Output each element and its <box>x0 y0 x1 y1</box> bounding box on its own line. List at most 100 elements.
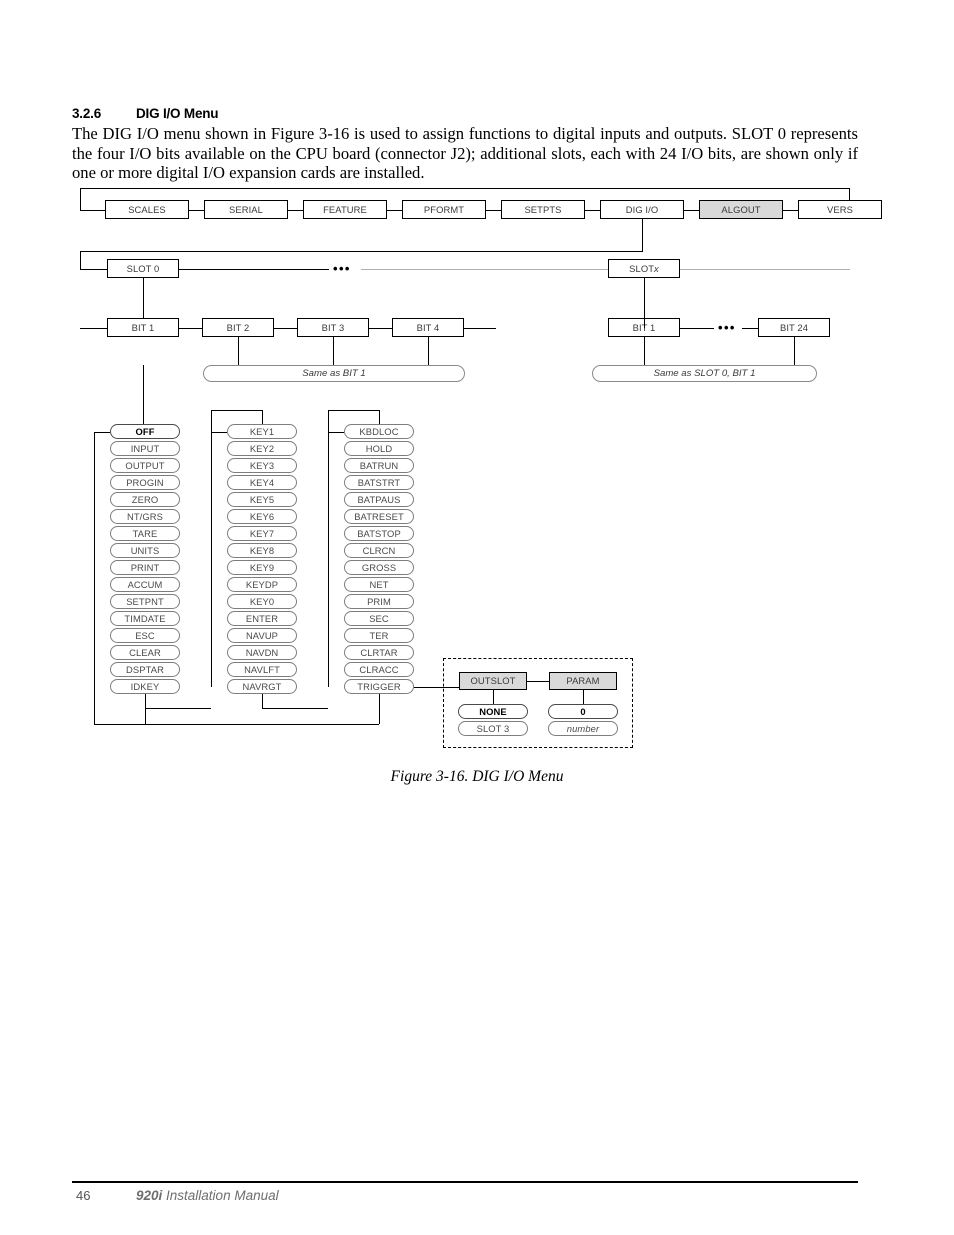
connector-line <box>387 209 402 211</box>
connector-line <box>179 268 329 270</box>
footer-page-number: 46 <box>76 1188 91 1203</box>
option-column-2-navdn[interactable]: NAVDN <box>227 645 297 661</box>
option-column-2-key3[interactable]: KEY3 <box>227 458 297 474</box>
option-outslot-none[interactable]: NONE <box>458 704 528 720</box>
option-column-1-output[interactable]: OUTPUT <box>110 458 180 474</box>
bit-node-slot0-bit-1[interactable]: BIT 1 <box>107 318 179 337</box>
option-column-2-key6[interactable]: KEY6 <box>227 509 297 525</box>
menu-node-pformt[interactable]: PFORMT <box>402 200 486 219</box>
option-column-3-trigger[interactable]: TRIGGER <box>344 679 414 695</box>
option-column-3-net[interactable]: NET <box>344 577 414 593</box>
connector-line <box>493 690 494 704</box>
footer-manual-name: Installation Manual <box>162 1188 279 1203</box>
option-column-3-batpaus[interactable]: BATPAUS <box>344 492 414 508</box>
option-param-0[interactable]: 0 <box>548 704 618 720</box>
option-column-2-navrgt[interactable]: NAVRGT <box>227 679 297 695</box>
bit-node-slot0-bit-2[interactable]: BIT 2 <box>202 318 274 337</box>
connector-line <box>742 327 758 329</box>
option-column-3-clracc[interactable]: CLRACC <box>344 662 414 678</box>
option-column-3-batrun[interactable]: BATRUN <box>344 458 414 474</box>
option-column-1-idkey[interactable]: IDKEY <box>110 679 180 695</box>
slot-node-slot-x[interactable]: SLOT x <box>608 259 680 278</box>
bit-node-slot0-bit-4[interactable]: BIT 4 <box>392 318 464 337</box>
menu-node-serial[interactable]: SERIAL <box>204 200 288 219</box>
option-column-2-key1[interactable]: KEY1 <box>227 424 297 440</box>
menu-node-setpts[interactable]: SETPTS <box>501 200 585 219</box>
option-column-2-key5[interactable]: KEY5 <box>227 492 297 508</box>
option-column-2-key0[interactable]: KEY0 <box>227 594 297 610</box>
option-column-3-clrtar[interactable]: CLRTAR <box>344 645 414 661</box>
footer-manual-title: 920i Installation Manual <box>136 1188 279 1203</box>
option-column-2-navlft[interactable]: NAVLFT <box>227 662 297 678</box>
menu-node-dig-i-o[interactable]: DIG I/O <box>600 200 684 219</box>
trigger-node-outslot[interactable]: OUTSLOT <box>459 672 527 690</box>
option-column-1-clear[interactable]: CLEAR <box>110 645 180 661</box>
ellipsis-bits: ••• <box>718 319 736 335</box>
option-column-3-ter[interactable]: TER <box>344 628 414 644</box>
option-column-3-batstrt[interactable]: BATSTRT <box>344 475 414 491</box>
connector-line <box>644 337 645 365</box>
option-column-1-accum[interactable]: ACCUM <box>110 577 180 593</box>
option-column-2-keydp[interactable]: KEYDP <box>227 577 297 593</box>
option-column-2-enter[interactable]: ENTER <box>227 611 297 627</box>
option-column-2-key8[interactable]: KEY8 <box>227 543 297 559</box>
bit-node-slotx-bit-24[interactable]: BIT 24 <box>758 318 830 337</box>
connector-line <box>333 337 334 365</box>
option-column-1-tare[interactable]: TARE <box>110 526 180 542</box>
connector-line <box>262 410 263 424</box>
option-column-1-zero[interactable]: ZERO <box>110 492 180 508</box>
slot-x-index: x <box>654 262 659 274</box>
option-column-3-sec[interactable]: SEC <box>344 611 414 627</box>
slot-x-label: SLOT <box>629 262 655 274</box>
option-column-1-off[interactable]: OFF <box>110 424 180 440</box>
option-column-1-print[interactable]: PRINT <box>110 560 180 576</box>
option-column-1-units[interactable]: UNITS <box>110 543 180 559</box>
ellipsis-slots: ••• <box>333 260 351 276</box>
option-param-number[interactable]: number <box>548 721 618 737</box>
connector-line <box>783 209 798 211</box>
option-column-1-timdate[interactable]: TIMDATE <box>110 611 180 627</box>
connector-line <box>414 686 459 688</box>
figure-dig-io-menu: SCALES SERIAL FEATURE PFORMT SETPTS DIG I/O AL… <box>80 186 882 766</box>
option-column-3-clrcn[interactable]: CLRCN <box>344 543 414 559</box>
option-column-1-dsptar[interactable]: DSPTAR <box>110 662 180 678</box>
option-column-1-progin[interactable]: PROGIN <box>110 475 180 491</box>
connector-line <box>464 327 496 329</box>
menu-node-feature[interactable]: FEATURE <box>303 200 387 219</box>
option-column-1-input[interactable]: INPUT <box>110 441 180 457</box>
connector-line <box>80 251 81 269</box>
connector-line <box>680 268 850 270</box>
menu-node-algout[interactable]: ALGOUT <box>699 200 783 219</box>
option-column-2-navup[interactable]: NAVUP <box>227 628 297 644</box>
option-column-3-batreset[interactable]: BATRESET <box>344 509 414 525</box>
option-column-2-key4[interactable]: KEY4 <box>227 475 297 491</box>
menu-node-scales[interactable]: SCALES <box>105 200 189 219</box>
option-column-2-key2[interactable]: KEY2 <box>227 441 297 457</box>
option-column-1-nt-grs[interactable]: NT/GRS <box>110 509 180 525</box>
bit-node-slot0-bit-3[interactable]: BIT 3 <box>297 318 369 337</box>
connector-line <box>527 681 549 682</box>
menu-node-vers[interactable]: VERS <box>798 200 882 219</box>
connector-line <box>80 251 643 252</box>
slot-node-slot-0[interactable]: SLOT 0 <box>107 259 179 278</box>
option-outslot-slot-3[interactable]: SLOT 3 <box>458 721 528 737</box>
option-column-1-esc[interactable]: ESC <box>110 628 180 644</box>
connector-line <box>428 337 429 365</box>
option-column-2-key9[interactable]: KEY9 <box>227 560 297 576</box>
connector-line <box>794 337 795 365</box>
connector-line <box>274 327 297 329</box>
connector-line <box>369 327 392 329</box>
option-column-3-kbdloc[interactable]: KBDLOC <box>344 424 414 440</box>
option-column-1-setpnt[interactable]: SETPNT <box>110 594 180 610</box>
connector-line <box>680 327 714 329</box>
option-column-3-hold[interactable]: HOLD <box>344 441 414 457</box>
option-column-2-key7[interactable]: KEY7 <box>227 526 297 542</box>
option-column-3-gross[interactable]: GROSS <box>344 560 414 576</box>
option-column-3-prim[interactable]: PRIM <box>344 594 414 610</box>
connector-line <box>145 708 211 710</box>
trigger-node-param[interactable]: PARAM <box>549 672 617 690</box>
footer-manual-brand: 920i <box>136 1188 163 1203</box>
connector-line <box>585 209 600 211</box>
connector-line <box>486 209 501 211</box>
option-column-3-batstop[interactable]: BATSTOP <box>344 526 414 542</box>
